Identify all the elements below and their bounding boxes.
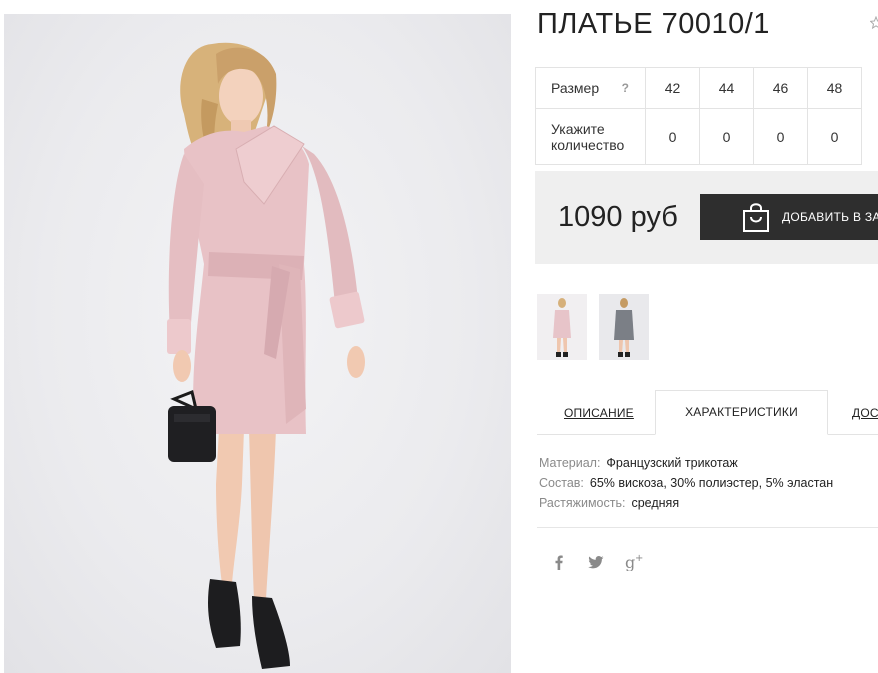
spec-row-material: Материал: Французский трикотаж xyxy=(539,453,833,473)
price-box: 1090 руб ДОБАВИТЬ В ЗАКАЗ xyxy=(535,171,878,264)
spec-row-stretch: Растяжимость: средняя xyxy=(539,493,833,513)
product-main-photo[interactable] xyxy=(4,14,511,673)
product-price: 1090 руб xyxy=(558,201,678,233)
product-specs: Материал: Французский трикотаж Состав: 65%… xyxy=(539,453,833,513)
spec-value: 65% вискоза, 30% полиэстер, 5% эластан xyxy=(589,476,834,490)
size-label-cell: Размер ? xyxy=(535,67,646,109)
google-plus-icon[interactable]: g + xyxy=(624,553,646,571)
size-help-icon[interactable]: ? xyxy=(622,80,629,96)
thumbnail-pink-dress[interactable] xyxy=(537,294,587,360)
tab-delivery[interactable]: ДОСТАВКА xyxy=(852,406,878,420)
add-to-order-label: ДОБАВИТЬ В ЗАКАЗ xyxy=(782,210,878,224)
thumbnail-grey-dress-image xyxy=(614,298,634,357)
size-option-48: 48 xyxy=(807,67,862,109)
google-plus-glyph: g + xyxy=(625,553,643,571)
size-label: Размер xyxy=(551,80,600,96)
spec-value: Французский трикотаж xyxy=(606,456,738,470)
size-option-46: 46 xyxy=(753,67,808,109)
spec-value: средняя xyxy=(631,496,680,510)
size-option-42: 42 xyxy=(645,67,700,109)
spec-row-composition: Состав: 65% вискоза, 30% полиэстер, 5% эл… xyxy=(539,473,833,493)
quantity-label: Укажите количество xyxy=(535,108,646,165)
tab-characteristics[interactable]: ХАРАКТЕРИСТИКИ xyxy=(655,390,828,435)
dress-model-illustration xyxy=(167,42,365,669)
size-row: Размер ? 42 44 46 48 xyxy=(535,67,862,109)
spec-key: Материал: xyxy=(539,456,601,470)
thumbnail-pink-dress-image xyxy=(553,298,571,357)
twitter-icon[interactable] xyxy=(587,553,605,571)
facebook-glyph xyxy=(555,555,563,570)
add-to-order-button[interactable]: ДОБАВИТЬ В ЗАКАЗ xyxy=(700,194,878,240)
thumbnail-grey-dress[interactable] xyxy=(599,294,649,360)
quantity-input-44[interactable]: 0 xyxy=(699,108,754,165)
size-quantity-table: Размер ? 42 44 46 48 Укажите количество … xyxy=(535,67,862,165)
svg-text:g: g xyxy=(625,553,635,571)
svg-text:+: + xyxy=(635,553,643,564)
tab-description[interactable]: ОПИСАНИЕ xyxy=(564,406,634,420)
quantity-input-42[interactable]: 0 xyxy=(645,108,700,165)
quantity-input-48[interactable]: 0 xyxy=(807,108,862,165)
size-option-44: 44 xyxy=(699,67,754,109)
shopping-bag-icon xyxy=(743,203,769,232)
product-title: ПЛАТЬЕ 70010/1 xyxy=(537,8,770,40)
twitter-glyph xyxy=(588,555,604,568)
spec-key: Растяжимость: xyxy=(539,496,626,510)
star-favorite-icon[interactable] xyxy=(870,16,878,30)
facebook-icon[interactable] xyxy=(553,553,565,571)
quantity-row: Укажите количество 0 0 0 0 xyxy=(535,108,862,165)
section-divider xyxy=(537,527,878,528)
quantity-input-46[interactable]: 0 xyxy=(753,108,808,165)
spec-key: Состав: xyxy=(539,476,584,490)
